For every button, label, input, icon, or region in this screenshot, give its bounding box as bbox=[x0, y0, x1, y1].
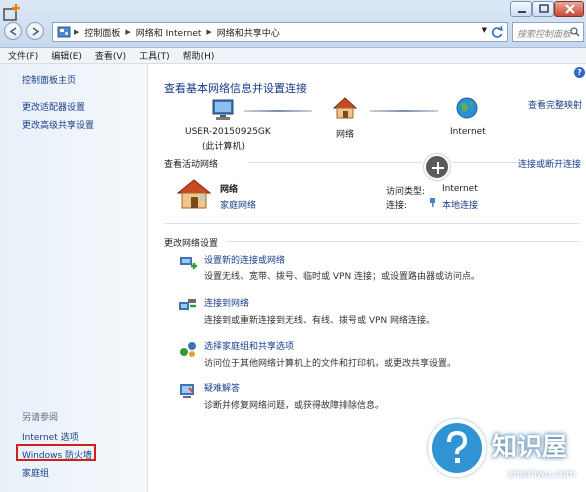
breadcrumb-control-panel[interactable]: 控制面板 bbox=[84, 26, 120, 39]
see-full-map-link[interactable]: 查看完整映射 bbox=[528, 98, 582, 111]
globe-icon bbox=[456, 97, 478, 119]
task-connect-network-link[interactable]: 连接到网络 bbox=[204, 296, 249, 309]
task-homegroup-desc: 访问位于其他网络计算机上的文件和打印机，或更改共享设置。 bbox=[204, 359, 457, 369]
help-icon[interactable]: ? bbox=[574, 67, 585, 78]
menu-file[interactable]: 文件(F) bbox=[8, 49, 38, 62]
menu-bar: 文件(F) 编辑(E) 查看(V) 工具(T) 帮助(H) bbox=[0, 48, 586, 64]
local-connection-link[interactable]: 本地连接 bbox=[442, 198, 478, 211]
breadcrumb-network-sharing-center[interactable]: 网络和共享中心 bbox=[217, 26, 280, 39]
internet-label: Internet bbox=[450, 127, 486, 137]
access-type-value: Internet bbox=[442, 184, 478, 194]
arrow-left-icon bbox=[9, 27, 17, 36]
close-button[interactable] bbox=[554, 1, 584, 17]
page-title: 查看基本网络信息并设置连接 bbox=[164, 82, 307, 95]
active-network-name: 网络 bbox=[220, 185, 239, 195]
connections-label: 连接: bbox=[386, 201, 408, 211]
change-advanced-sharing-link[interactable]: 更改高级共享设置 bbox=[22, 118, 94, 131]
chevron-down-icon[interactable]: ▼ bbox=[482, 26, 487, 34]
divider bbox=[226, 241, 580, 242]
left-task-pane: 控制面板主页 更改适配器设置 更改高级共享设置 另请参阅 Internet 选项… bbox=[0, 64, 148, 492]
ethernet-icon bbox=[430, 198, 435, 207]
see-also-heading: 另请参阅 bbox=[22, 413, 59, 423]
menu-help[interactable]: 帮助(H) bbox=[183, 49, 215, 62]
task-setup-connection-link[interactable]: 设置新的连接或网络 bbox=[204, 253, 285, 266]
divider bbox=[248, 162, 422, 163]
task-homegroup-link[interactable]: 选择家庭组和共享选项 bbox=[204, 339, 294, 352]
computer-icon bbox=[212, 99, 234, 120]
access-type-label: 访问类型: bbox=[386, 187, 426, 197]
back-button[interactable] bbox=[4, 22, 22, 40]
computer-name: USER-20150925GK bbox=[185, 127, 271, 137]
task-setup-connection-desc: 设置无线、宽带、拨号、临时或 VPN 连接；或设置路由器或访问点。 bbox=[204, 272, 481, 282]
menu-view[interactable]: 查看(V) bbox=[95, 49, 126, 62]
control-panel-home-link[interactable]: 控制面板主页 bbox=[22, 73, 76, 86]
task-troubleshoot-link[interactable]: 疑难解答 bbox=[204, 381, 240, 394]
connection-line bbox=[244, 110, 312, 112]
network-type-link[interactable]: 家庭网络 bbox=[220, 198, 256, 211]
connection-line bbox=[370, 110, 438, 112]
divider bbox=[164, 223, 580, 224]
watermark-text: 知识屋 bbox=[492, 432, 568, 461]
watermark-subtext: zhishiwu.com bbox=[508, 469, 576, 480]
menu-tools[interactable]: 工具(T) bbox=[139, 49, 170, 62]
divider bbox=[452, 162, 516, 163]
windows-firewall-link[interactable]: Windows 防火墙 bbox=[22, 448, 92, 461]
search-input[interactable]: 搜索控制面板 bbox=[512, 22, 584, 42]
breadcrumb-separator: ▶ bbox=[74, 28, 80, 36]
house-icon bbox=[176, 179, 212, 209]
title-bar: ▶ 控制面板 ▶ 网络和 Internet ▶ 网络和共享中心 ▼ 搜索控制面板 bbox=[0, 0, 586, 48]
breadcrumb-network-internet[interactable]: 网络和 Internet bbox=[136, 26, 202, 39]
internet-options-link[interactable]: Internet 选项 bbox=[22, 430, 79, 443]
search-icon bbox=[570, 27, 580, 37]
minimize-button[interactable] bbox=[510, 1, 532, 17]
connect-network-icon bbox=[179, 299, 196, 310]
homegroup-link[interactable]: 家庭组 bbox=[22, 466, 49, 479]
question-mark-icon bbox=[447, 430, 468, 463]
computer-subtitle: (此计算机) bbox=[202, 142, 246, 152]
house-icon bbox=[332, 97, 358, 119]
homegroup-sharing-icon bbox=[180, 342, 196, 357]
watermark: 知识屋 zhishiwu.com bbox=[416, 415, 586, 492]
close-icon bbox=[565, 4, 575, 14]
breadcrumb-separator: ▶ bbox=[125, 28, 131, 36]
change-settings-heading: 更改网络设置 bbox=[164, 239, 219, 249]
refresh-icon[interactable] bbox=[490, 25, 504, 39]
arrow-right-icon bbox=[32, 27, 40, 36]
zoom-plus-icon[interactable] bbox=[424, 154, 450, 180]
control-panel-icon bbox=[57, 26, 71, 38]
new-connection-icon bbox=[180, 257, 197, 269]
search-placeholder: 搜索控制面板 bbox=[517, 30, 572, 40]
troubleshoot-icon bbox=[180, 384, 194, 398]
maximize-icon bbox=[539, 4, 549, 13]
task-troubleshoot-desc: 诊断并修复网络问题，或获得故障排除信息。 bbox=[204, 401, 385, 411]
minimize-icon bbox=[518, 11, 526, 13]
forward-button[interactable] bbox=[26, 22, 44, 40]
maximize-button[interactable] bbox=[532, 1, 554, 17]
address-bar[interactable]: ▶ 控制面板 ▶ 网络和 Internet ▶ 网络和共享中心 ▼ bbox=[52, 22, 508, 42]
watermark-badge-icon bbox=[428, 419, 486, 477]
change-adapter-settings-link[interactable]: 更改适配器设置 bbox=[22, 100, 85, 113]
connect-disconnect-link[interactable]: 连接或断开连接 bbox=[518, 157, 581, 170]
breadcrumb-separator: ▶ bbox=[206, 28, 212, 36]
task-connect-network-desc: 连接到或重新连接到无线、有线、拨号或 VPN 网络连接。 bbox=[204, 316, 436, 326]
active-networks-heading: 查看活动网络 bbox=[164, 160, 219, 170]
site-logo-icon bbox=[3, 4, 20, 21]
menu-edit[interactable]: 编辑(E) bbox=[51, 49, 82, 62]
network-label: 网络 bbox=[336, 130, 355, 140]
